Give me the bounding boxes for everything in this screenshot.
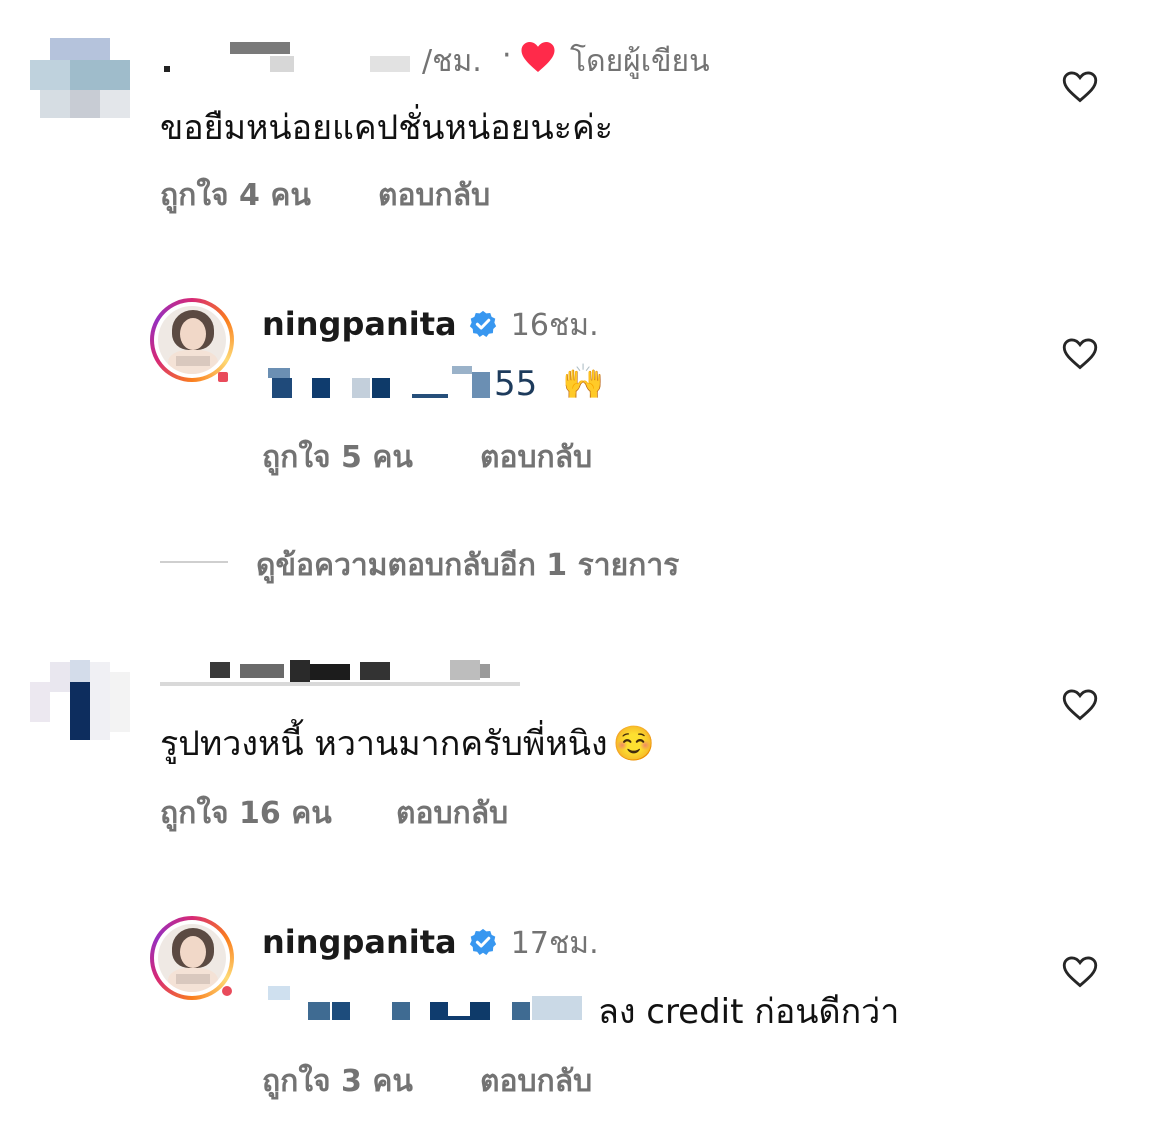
commenter-avatar[interactable] xyxy=(30,652,130,742)
comment-3-reply-button[interactable]: ตอบกลับ xyxy=(396,790,508,837)
reply-1-text: 55 🙌 xyxy=(262,362,662,410)
avatar-badge xyxy=(222,986,232,996)
comment-1-reply-button[interactable]: ตอบกลับ xyxy=(378,172,490,219)
view-more-replies-button[interactable]: ดูข้อความตอบกลับอีก 1 รายการ xyxy=(256,542,679,589)
verified-badge-icon xyxy=(469,928,496,955)
reply-2-likes[interactable]: ถูกใจ 3 คน xyxy=(262,1058,413,1105)
ningpanita-avatar[interactable] xyxy=(150,916,234,1000)
reply-1-header: ningpanita 16ชม. xyxy=(262,302,599,349)
commenter-avatar[interactable] xyxy=(30,34,130,124)
comment-1-likes[interactable]: ถูกใจ 4 คน xyxy=(160,172,311,219)
comment-3-text: รูปทวงหนี้ หวานมากครับพี่หนิง xyxy=(160,724,608,764)
reply-2-time: 17ชม. xyxy=(510,926,599,961)
liked-by-author-label: โดยผู้เขียน xyxy=(570,44,710,79)
heart-filled-icon xyxy=(521,42,555,72)
reply-1-visible-text: 55 xyxy=(494,364,538,404)
reply-1-reply-button[interactable]: ตอบกลับ xyxy=(480,434,592,481)
comment-1-time: /ชม. xyxy=(422,44,482,79)
heart-outline-icon[interactable] xyxy=(1062,70,1098,104)
comment-1-separator: · xyxy=(502,38,512,73)
comment-3-likes[interactable]: ถูกใจ 16 คน xyxy=(160,790,332,837)
reply-1-username[interactable]: ningpanita xyxy=(262,305,457,343)
reply-2-header: ningpanita 17ชม. xyxy=(262,920,599,967)
ningpanita-avatar[interactable] xyxy=(150,298,234,382)
raised-hands-emoji: 🙌 xyxy=(562,362,605,402)
comment-1-text: ขอยืมหน่อยแคปชั่นหน่อยนะค่ะ xyxy=(160,108,614,148)
verified-badge-icon xyxy=(469,310,496,337)
reply-2-username[interactable]: ningpanita xyxy=(262,923,457,961)
comment-3-header xyxy=(160,656,560,696)
comment-3-text-row: รูปทวงหนี้ หวานมากครับพี่หนิง ☺️ xyxy=(160,716,655,770)
smiling-emoji: ☺️ xyxy=(612,724,656,764)
reply-2-text: ลง credit ก่อนดีกว่า xyxy=(262,982,962,1032)
reply-2-reply-button[interactable]: ตอบกลับ xyxy=(480,1058,592,1105)
avatar-badge xyxy=(218,372,228,382)
view-replies-divider xyxy=(160,561,228,563)
reply-1-likes[interactable]: ถูกใจ 5 คน xyxy=(262,434,413,481)
heart-outline-icon[interactable] xyxy=(1062,337,1098,371)
reply-1-time: 16ชม. xyxy=(510,308,599,343)
reply-2-visible-text: ลง credit ก่อนดีกว่า xyxy=(598,992,900,1032)
comment-1-header: /ชม. · โดยผู้เขียน xyxy=(160,36,760,84)
heart-outline-icon[interactable] xyxy=(1062,955,1098,989)
heart-outline-icon[interactable] xyxy=(1062,688,1098,722)
